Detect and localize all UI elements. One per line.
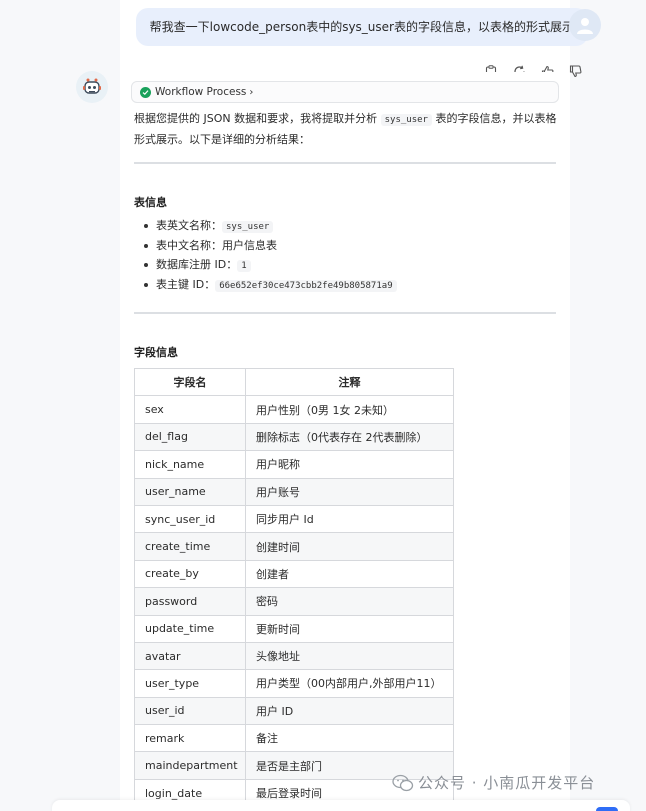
list-item: 数据库注册 ID： 1 [134, 255, 397, 275]
watermark: 公众号 · 小南瓜开发平台 [392, 772, 595, 793]
wechat-icon [392, 774, 414, 791]
table-row: create_time 创建时间 [134, 532, 454, 561]
table-info-list: 表英文名称： sys_user 表中文名称：用户信息表 数据库注册 ID： 1 表主… [134, 216, 397, 294]
list-item: 表中文名称：用户信息表 [134, 236, 397, 256]
bot-avatar [76, 71, 108, 103]
table-row: remark 备注 [134, 724, 454, 753]
list-item: 表主键 ID： 66e652ef30ce473cbb2fe49b805871a9 [134, 275, 397, 295]
watermark-text: 公众号 · 小南瓜开发平台 [418, 774, 596, 792]
table-row: update_time 更新时间 [134, 614, 454, 643]
intro-paragraph: 根据您提供的 JSON 数据和要求，我将提取并分析 sys_user 表的字段信… [134, 109, 559, 149]
table-row: create_by 创建者 [134, 559, 454, 589]
send-button[interactable] [596, 807, 618, 811]
table-row: user_type 用户类型（00内部用户,外部用户11） [134, 669, 454, 698]
fields-table: 字段名 注释 sex 用户性别（0男 1女 2未知） del_flag 删除标志（0… [134, 367, 454, 808]
user-avatar[interactable] [569, 9, 601, 41]
user-message-bubble: 帮我查一下lowcode_person表中的sys_user表的字段信息，以表格… [135, 8, 588, 46]
table-row: sync_user_id 同步用户 Id [134, 504, 454, 534]
table-row: user_id 用户 ID [134, 696, 454, 726]
assistant-response-card: Workflow Process › 根据您提供的 JSON 数据和要求，我将提… [122, 72, 569, 811]
table-row: nick_name 用户昵称 [134, 450, 454, 479]
table-info-title: 表信息 [134, 196, 167, 209]
robot-icon [83, 78, 101, 94]
workflow-process-toggle[interactable]: Workflow Process › [131, 81, 559, 103]
table-row: avatar 头像地址 [134, 641, 454, 671]
fields-title: 字段信息 [134, 346, 178, 359]
table-row: password 密码 [134, 587, 454, 616]
user-message-row: 帮我查一下lowcode_person表中的sys_user表的字段信息，以表格… [135, 8, 602, 46]
column-header-comment: 注释 [245, 367, 454, 397]
divider [134, 312, 556, 314]
info-value: sys_user [222, 221, 274, 233]
user-avatar-icon [577, 18, 593, 34]
left-gutter [0, 0, 120, 811]
info-value: 1 [237, 260, 251, 272]
column-header-field: 字段名 [134, 367, 246, 397]
thumbs-down-icon [569, 64, 581, 77]
chat-input-bar[interactable] [52, 800, 630, 811]
table-row: user_name 用户账号 [134, 477, 454, 506]
info-value: 66e652ef30ce473cbb2fe49b805871a9 [215, 279, 397, 292]
list-item: 表英文名称： sys_user [134, 216, 397, 236]
check-circle-icon [140, 86, 151, 98]
divider [134, 162, 556, 164]
workflow-label: Workflow Process [155, 86, 247, 98]
table-header-row: 字段名 注释 [134, 367, 454, 397]
intro-text-1: 根据您提供的 JSON 数据和要求，我将提取并分析 [134, 112, 378, 125]
table-row: del_flag 删除标志（0代表存在 2代表删除） [134, 422, 454, 452]
intro-code: sys_user [380, 114, 432, 126]
chevron-right-icon: › [249, 86, 254, 98]
right-gutter [570, 0, 646, 811]
table-row: sex 用户性别（0男 1女 2未知） [134, 395, 454, 424]
info-value: 用户信息表 [222, 238, 277, 252]
